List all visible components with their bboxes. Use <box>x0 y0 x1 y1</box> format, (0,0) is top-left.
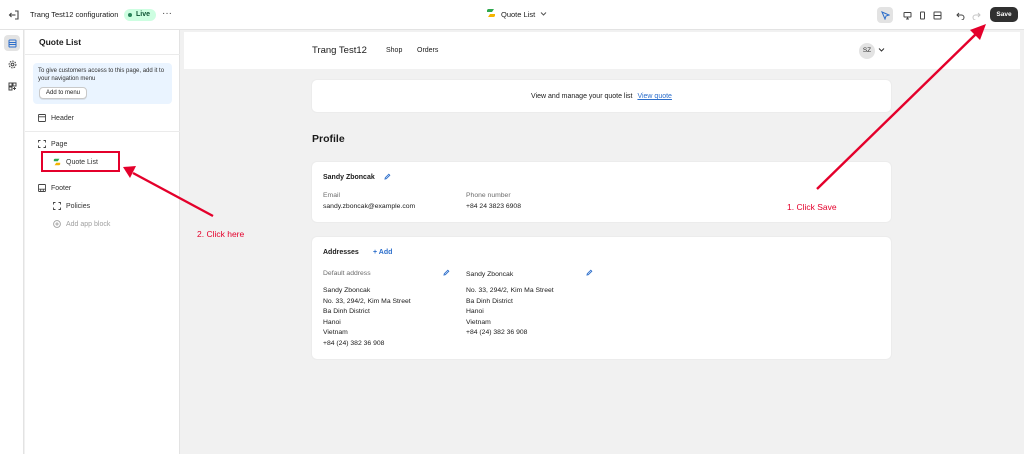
address-line: +84 (24) 382 36 908 <box>323 339 385 347</box>
edit-pencil-icon[interactable] <box>443 269 450 278</box>
address-line: +84 (24) 382 36 908 <box>466 329 528 336</box>
address-line: Ba Dinh District <box>466 297 513 305</box>
address-line: Sandy Zboncak <box>323 287 371 294</box>
sidebar-item-label: Header <box>51 114 74 122</box>
live-status-badge: Live <box>124 9 157 21</box>
address-line: Hanoi <box>466 308 484 315</box>
inspector-cursor-icon[interactable] <box>877 7 893 23</box>
address-line: Vietnam <box>466 318 491 326</box>
sidebar-item-label: Page <box>51 140 68 148</box>
address-name: Sandy Zboncak <box>466 271 514 278</box>
footer-layout-icon <box>38 184 46 192</box>
addresses-card: Addresses + Add Default address Sandy Zb… <box>312 237 891 359</box>
divider <box>25 54 180 55</box>
add-to-menu-button[interactable]: Add to menu <box>39 87 88 99</box>
quote-app-logo-icon <box>486 8 496 20</box>
banner-text: View and manage your quote list <box>531 93 633 100</box>
sidebar-item-page[interactable]: Page <box>38 140 67 148</box>
redo-icon[interactable] <box>968 7 984 23</box>
email-label: Email <box>323 192 340 199</box>
store-name[interactable]: Trang Test12 <box>312 45 367 56</box>
desktop-preview-icon[interactable] <box>899 7 915 23</box>
email-value: sandy.zboncak@example.com <box>323 203 416 210</box>
sidebar-item-label: Footer <box>51 184 72 192</box>
sidebar-item-header[interactable]: Header <box>38 114 74 122</box>
sidebar-item-policies[interactable]: Policies <box>53 202 90 210</box>
more-actions-button[interactable]: ··· <box>162 8 172 19</box>
phone-label: Phone number <box>466 192 511 199</box>
header-layout-icon <box>38 114 46 122</box>
sidebar-title: Quote List <box>39 37 82 47</box>
navigation-notice: To give customers access to this page, a… <box>33 63 172 104</box>
edit-pencil-icon[interactable] <box>586 269 593 278</box>
address-line: Hanoi <box>323 318 341 326</box>
banner-message: View and manage your quote list View quo… <box>312 93 891 100</box>
quote-list-highlight-box <box>41 151 120 172</box>
address-line: No. 33, 294/2, Kim Ma Street <box>323 297 411 305</box>
add-app-block-button[interactable]: Add app block <box>53 220 110 228</box>
sidebar-item-label: Policies <box>66 202 91 210</box>
navigation-notice-text: To give customers access to this page, a… <box>38 68 165 82</box>
page-frame-icon <box>38 140 46 148</box>
fullscreen-preview-icon[interactable] <box>929 7 945 23</box>
undo-icon[interactable] <box>952 7 968 23</box>
app-embeds-icon[interactable] <box>4 78 20 94</box>
annotation-click-save: 1. Click Save <box>787 202 837 212</box>
annotation-click-here: 2. Click here <box>197 229 245 239</box>
phone-value: +84 24 3823 6908 <box>466 203 521 210</box>
profile-card: Sandy Zboncak Email sandy.zboncak@exampl… <box>312 162 891 222</box>
sections-icon[interactable] <box>4 35 20 51</box>
add-address-button[interactable]: + Add <box>373 249 392 256</box>
page-title: Profile <box>312 133 345 145</box>
customer-name: Sandy Zboncak <box>323 174 375 181</box>
page-selector[interactable]: Quote List <box>486 8 547 20</box>
storefront-preview: Trang Test12 Shop Orders SZ View and man… <box>184 32 1020 454</box>
address-line: No. 33, 294/2, Kim Ma Street <box>466 287 554 294</box>
theme-settings-gear-icon[interactable] <box>4 56 20 72</box>
section-frame-icon <box>53 202 61 210</box>
theme-title: Trang Test12 configuration <box>30 10 119 19</box>
address-line: Vietnam <box>323 329 348 336</box>
exit-icon[interactable] <box>8 9 20 21</box>
nav-link-shop[interactable]: Shop <box>386 47 402 54</box>
quote-list-banner: View and manage your quote list View quo… <box>312 80 891 112</box>
editor-rail <box>0 30 24 454</box>
edit-pencil-icon[interactable] <box>384 173 391 182</box>
save-button[interactable]: Save <box>990 7 1018 22</box>
plus-circle-icon <box>53 220 61 228</box>
store-header: Trang Test12 Shop Orders SZ <box>184 32 1020 69</box>
view-quote-link[interactable]: View quote <box>637 93 672 100</box>
sidebar: Quote List To give customers access to t… <box>25 30 180 454</box>
avatar[interactable]: SZ <box>859 43 875 59</box>
nav-link-orders[interactable]: Orders <box>417 47 438 54</box>
chevron-down-icon <box>540 10 547 19</box>
address-line: Ba Dinh District <box>323 308 370 315</box>
top-bar: Trang Test12 configuration Live ··· Quot… <box>0 0 1024 30</box>
default-address-label: Default address <box>323 270 371 277</box>
addresses-heading: Addresses <box>323 249 359 256</box>
page-selector-label: Quote List <box>501 9 536 19</box>
sidebar-item-label: Add app block <box>66 220 111 228</box>
mobile-preview-icon[interactable] <box>914 7 930 23</box>
divider <box>25 131 180 132</box>
chevron-down-icon[interactable] <box>878 46 885 55</box>
sidebar-item-footer[interactable]: Footer <box>38 184 71 192</box>
